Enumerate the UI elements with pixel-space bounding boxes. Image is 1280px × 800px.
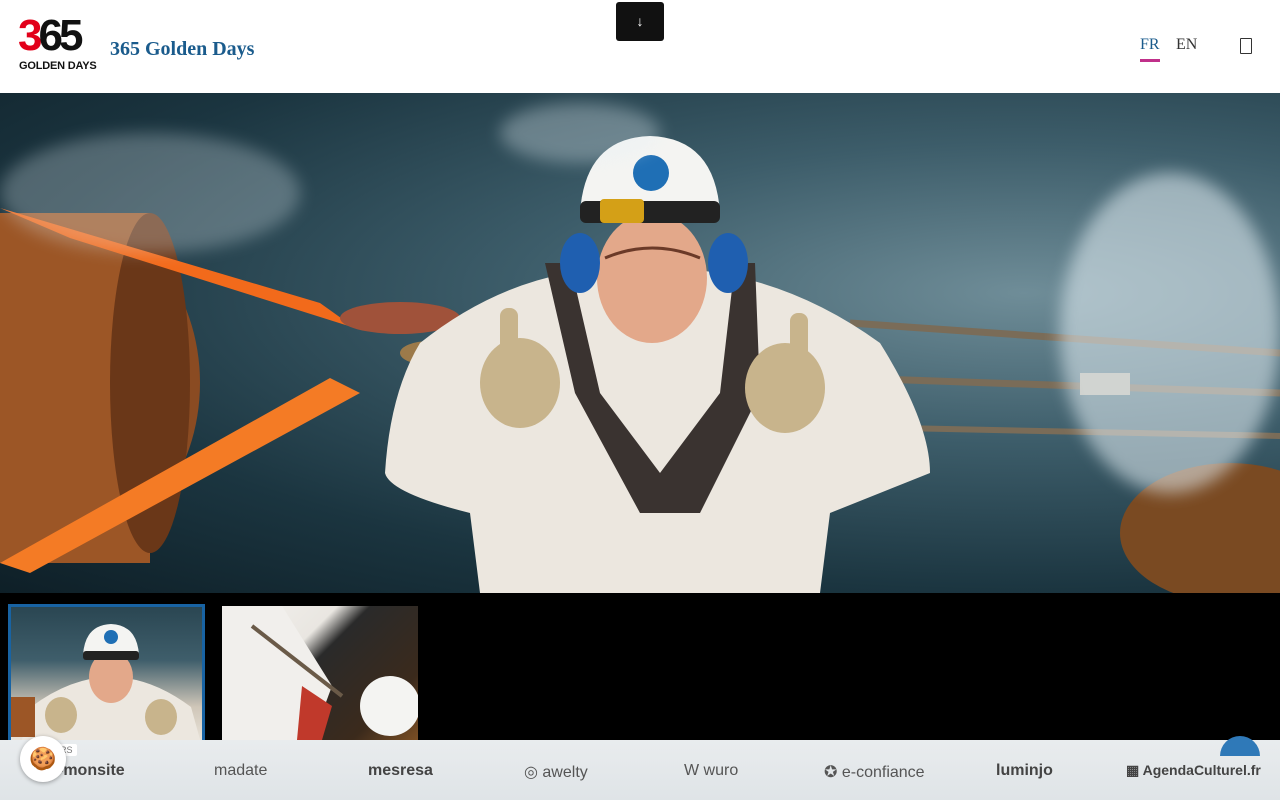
partner-logo-awelty[interactable]: ◎ awelty [524, 762, 588, 782]
cookie-settings-button[interactable]: 🍪 [20, 736, 66, 782]
active-language-underline [1140, 59, 1160, 62]
star-icon: ✪ [824, 764, 842, 781]
thumbnail-strip [0, 593, 1280, 740]
logo-subtitle: GOLDEN DAYS [19, 60, 97, 72]
partner-logo-monsite[interactable]: -monsite [58, 762, 125, 780]
language-en[interactable]: EN [1176, 36, 1197, 54]
menu-icon[interactable] [1240, 38, 1252, 54]
thumbnail-2-image [222, 606, 418, 740]
awelty-icon: ◎ [524, 764, 543, 781]
language-fr[interactable]: FR [1140, 36, 1160, 54]
site-header: 365 GOLDEN DAYS 365 Golden Days ↓ FR EN [0, 0, 1280, 93]
grid-icon: ▦ [1126, 762, 1143, 778]
partner-logo-e-confiance[interactable]: ✪ e-confiance [824, 762, 925, 782]
partner-logo-madate[interactable]: madate [214, 762, 267, 780]
thumbnail-1-image [11, 624, 201, 740]
partners-bar: RS -monsite madate mesresa ◎ awelty W wu… [0, 740, 1280, 800]
partner-logo-agendaculturel[interactable]: ▦ AgendaCulturel.fr [1126, 762, 1261, 779]
logo-number: 365 [18, 11, 83, 60]
partner-logo-luminjo[interactable]: luminjo [996, 762, 1053, 780]
logo[interactable]: 365 GOLDEN DAYS [18, 14, 102, 74]
site-title[interactable]: 365 Golden Days [110, 38, 254, 61]
hero-image [0, 93, 1280, 593]
download-arrow-button[interactable]: ↓ [616, 2, 664, 41]
thumbnail-worker-climbing[interactable] [222, 606, 418, 740]
partner-logo-mesresa[interactable]: mesresa [368, 762, 433, 780]
partner-logo-wuro[interactable]: W wuro [684, 762, 738, 780]
thumbnail-worker-thumbs-up[interactable] [8, 604, 205, 740]
wuro-icon: W [684, 762, 704, 779]
